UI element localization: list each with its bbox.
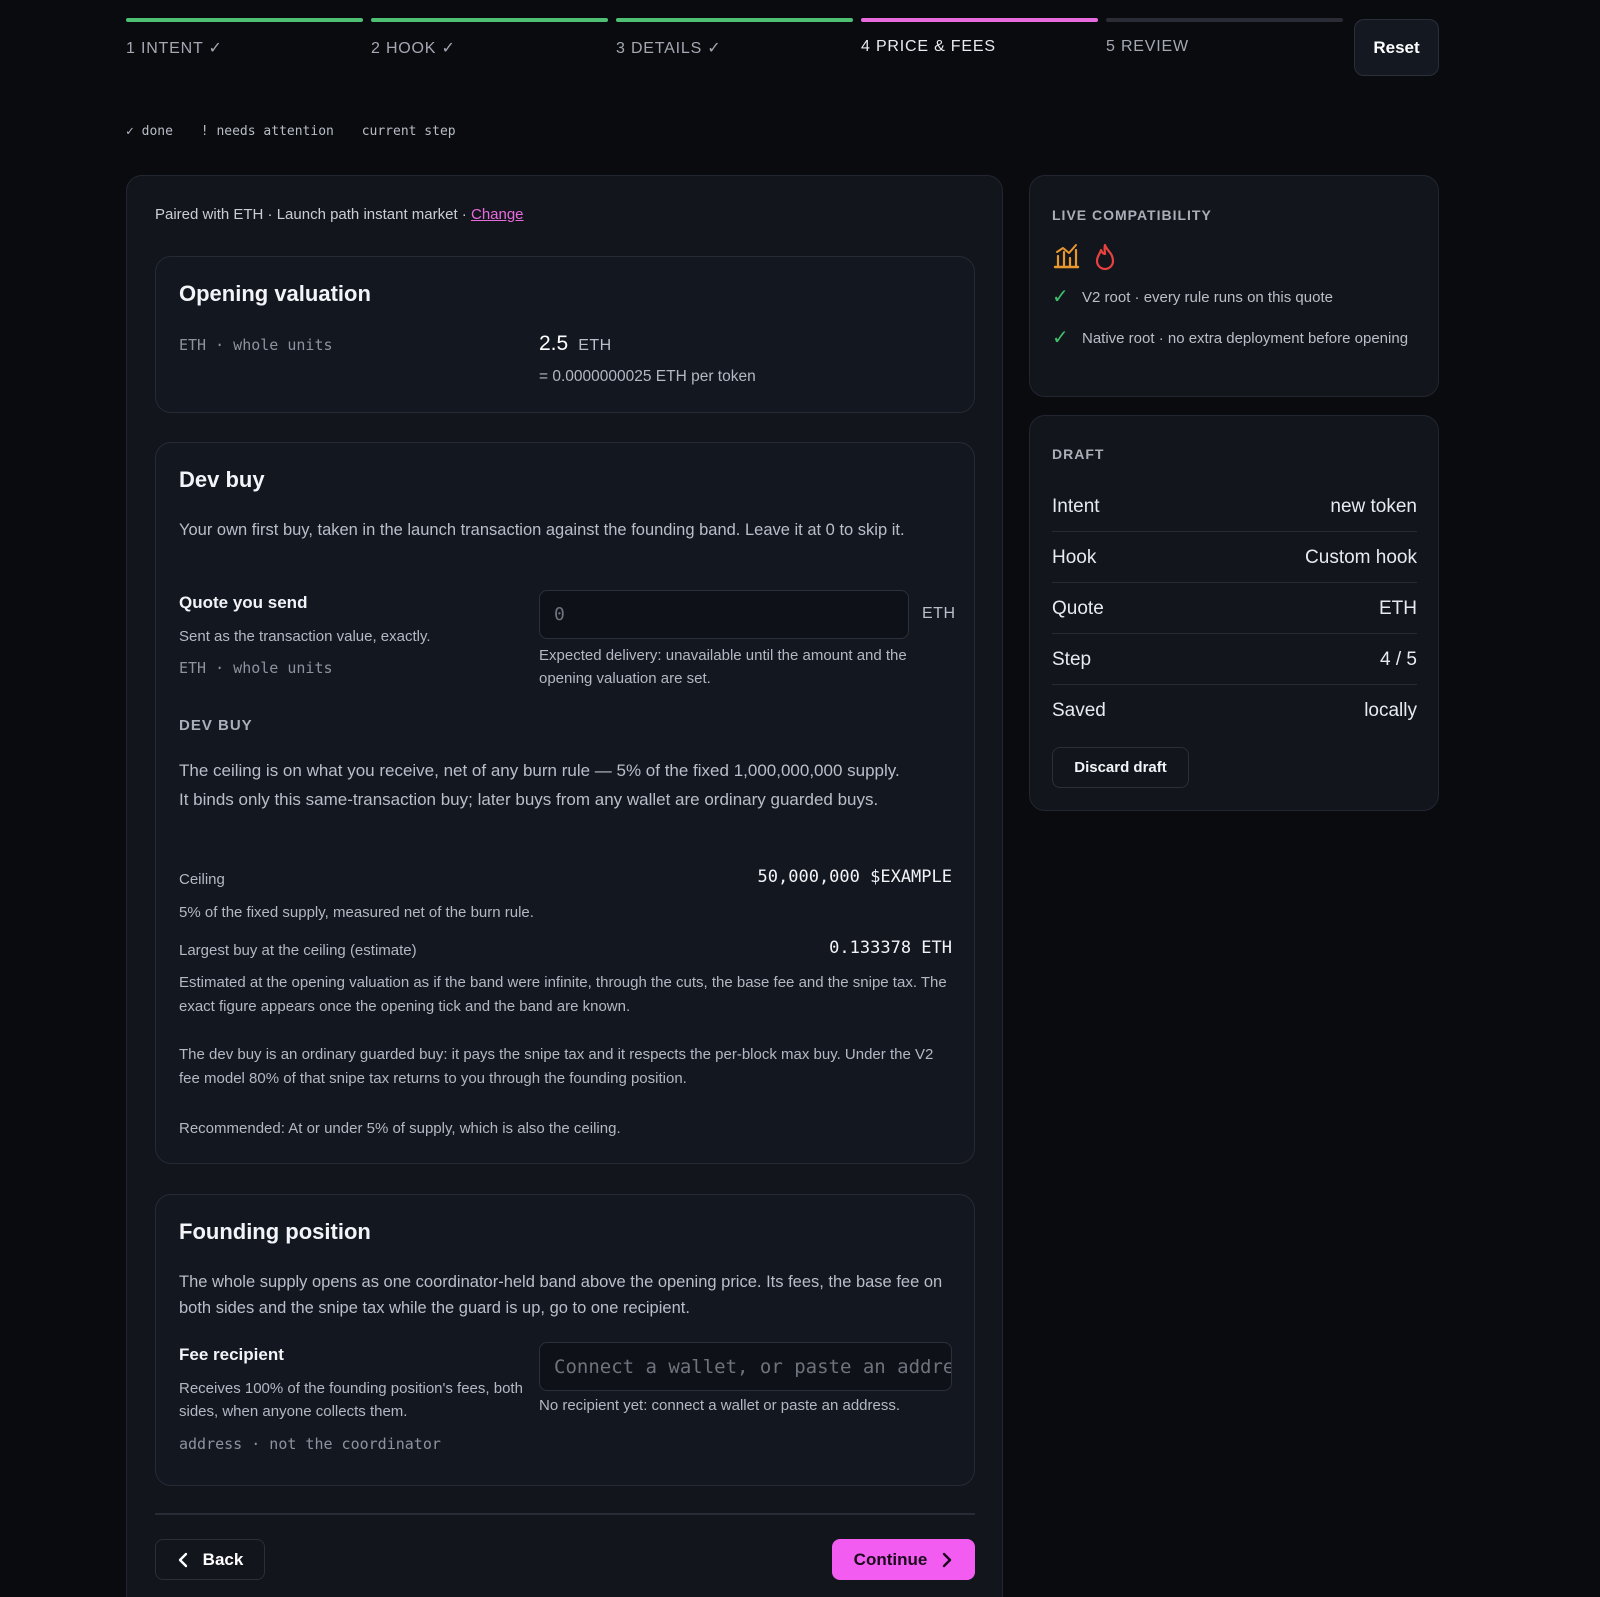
fee-recipient-input[interactable]: Connect a wallet, or paste an address: [539, 1342, 952, 1391]
draft-row-value: Custom hook: [1305, 546, 1417, 568]
opening-valuation-card: Opening valuation ETH · whole units 2.5 …: [155, 256, 975, 413]
draft-row-value: locally: [1364, 700, 1417, 721]
draft-row-label: Intent: [1052, 495, 1100, 517]
dev-buy-description: Your own first buy, taken in the launch …: [179, 521, 905, 539]
step-label: 1 INTENT ✓: [126, 40, 223, 57]
draft-row-label: Hook: [1052, 546, 1097, 568]
draft-panel: DRAFT Intent new token Hook Custom hook …: [1029, 415, 1439, 811]
opening-value-row: 2.5 ETH: [539, 332, 612, 356]
step-hook[interactable]: 2 HOOK ✓: [371, 18, 608, 58]
draft-row-intent: Intent new token: [1052, 482, 1417, 532]
draft-row-value: 4 / 5: [1380, 648, 1417, 670]
fee-recipient-sublabel: Receives 100% of the founding position's…: [179, 1380, 523, 1420]
step-legend: ✓ done ! needs attention current step: [126, 124, 476, 139]
change-link[interactable]: Change: [471, 206, 524, 223]
ceiling-label: Ceiling: [179, 871, 225, 888]
reset-button[interactable]: Reset: [1354, 19, 1439, 76]
draft-row-label: Quote: [1052, 597, 1104, 619]
compat-item: ✓ Native root · no extra deployment befo…: [1052, 327, 1422, 350]
step-bar: [371, 18, 608, 22]
legend-done: ✓ done: [126, 124, 173, 139]
main-panel: Paired with ETH · Launch path instant ma…: [126, 175, 1003, 1597]
draft-row-hook: Hook Custom hook: [1052, 533, 1417, 583]
footer-divider: [155, 1513, 975, 1515]
legend-attention: ! needs attention: [200, 124, 334, 139]
dev-buy-section-label: DEV BUY: [179, 717, 253, 734]
chart-icon: [1053, 244, 1080, 269]
opening-value: 2.5: [539, 332, 569, 355]
guarded-buy-note: The dev buy is an ordinary guarded buy: …: [179, 1046, 934, 1087]
opening-unit-hint: ETH · whole units: [179, 336, 333, 354]
step-price-fees[interactable]: 4 PRICE & FEES: [861, 18, 1098, 56]
quote-units: ETH · whole units: [179, 659, 333, 677]
step-label: 5 REVIEW: [1106, 38, 1189, 55]
step-intent[interactable]: 1 INTENT ✓: [126, 18, 363, 58]
founding-description: The whole supply opens as one coordinato…: [179, 1273, 943, 1317]
compat-title: LIVE COMPATIBILITY: [1052, 207, 1212, 223]
live-compatibility-panel: LIVE COMPATIBILITY ✓ V2 root · every rul…: [1029, 175, 1439, 397]
largest-buy-label: Largest buy at the ceiling (estimate): [179, 942, 417, 959]
fee-recipient-units: address · not the coordinator: [179, 1435, 441, 1453]
expected-delivery: Expected delivery: unavailable until the…: [539, 647, 907, 687]
opening-currency: ETH: [578, 337, 612, 354]
draft-row-step: Step 4 / 5: [1052, 635, 1417, 685]
step-bar: [861, 18, 1098, 22]
back-label: Back: [202, 1549, 244, 1569]
per-token-price: = 0.0000000025 ETH per token: [539, 368, 756, 385]
compat-icons: [1052, 242, 1118, 272]
input-currency: ETH: [922, 605, 956, 622]
compat-item-text: Native root · no extra deployment before…: [1082, 330, 1409, 347]
step-label: 2 HOOK ✓: [371, 40, 456, 57]
opening-valuation-title: Opening valuation: [179, 281, 371, 306]
ceiling-note: 5% of the fixed supply, measured net of …: [179, 904, 534, 921]
founding-position-title: Founding position: [179, 1219, 371, 1244]
step-details[interactable]: 3 DETAILS ✓: [616, 18, 853, 58]
dev-buy-title: Dev buy: [179, 467, 265, 492]
largest-buy-value: 0.133378 ETH: [829, 938, 952, 958]
step-label: 3 DETAILS ✓: [616, 40, 722, 57]
pairing-summary: Paired with ETH · Launch path instant ma…: [155, 206, 524, 223]
draft-row-quote: Quote ETH: [1052, 584, 1417, 634]
continue-button[interactable]: Continue: [832, 1539, 975, 1580]
chevron-right-icon: [943, 1552, 952, 1567]
draft-row-value: new token: [1330, 495, 1417, 517]
step-review[interactable]: 5 REVIEW: [1106, 18, 1343, 56]
draft-row-saved: Saved locally: [1052, 686, 1417, 736]
discard-draft-button[interactable]: Discard draft: [1052, 747, 1189, 788]
dev-buy-amount-input[interactable]: 0: [539, 590, 909, 639]
step-bar: [1106, 18, 1343, 22]
step-bar: [126, 18, 363, 22]
draft-row-label: Saved: [1052, 700, 1106, 721]
recommended-note: Recommended: At or under 5% of supply, w…: [179, 1120, 621, 1137]
ceiling-description: The ceiling is on what you receive, net …: [179, 761, 900, 809]
check-icon: ✓: [1052, 327, 1069, 349]
fee-recipient-label: Fee recipient: [179, 1345, 284, 1364]
flame-icon: [1095, 243, 1115, 271]
check-icon: ✓: [1052, 286, 1069, 308]
pairing-text: Paired with ETH · Launch path instant ma…: [155, 206, 471, 223]
draft-row-label: Step: [1052, 648, 1092, 670]
step-label: 4 PRICE & FEES: [861, 38, 996, 55]
quote-label: Quote you send: [179, 593, 308, 612]
quote-sublabel: Sent as the transaction value, exactly.: [179, 628, 431, 645]
compat-item: ✓ V2 root · every rule runs on this quot…: [1052, 286, 1422, 309]
back-button[interactable]: Back: [155, 1539, 265, 1580]
step-bar: [616, 18, 853, 22]
chevron-left-icon: [178, 1552, 187, 1567]
draft-row-value: ETH: [1379, 597, 1417, 619]
continue-label: Continue: [853, 1549, 928, 1569]
dev-buy-card: Dev buy Your own first buy, taken in the…: [155, 442, 975, 1164]
largest-buy-note: Estimated at the opening valuation as if…: [179, 974, 947, 1015]
progress-stepper: 1 INTENT ✓ 2 HOOK ✓ 3 DETAILS ✓ 4 PRICE …: [126, 18, 1439, 78]
no-recipient-note: No recipient yet: connect a wallet or pa…: [539, 1397, 901, 1414]
ceiling-value: 50,000,000 $EXAMPLE: [757, 867, 952, 887]
compat-item-text: V2 root · every rule runs on this quote: [1082, 289, 1333, 306]
draft-title: DRAFT: [1052, 446, 1105, 462]
founding-position-card: Founding position The whole supply opens…: [155, 1194, 975, 1486]
legend-current: current step: [361, 124, 456, 139]
